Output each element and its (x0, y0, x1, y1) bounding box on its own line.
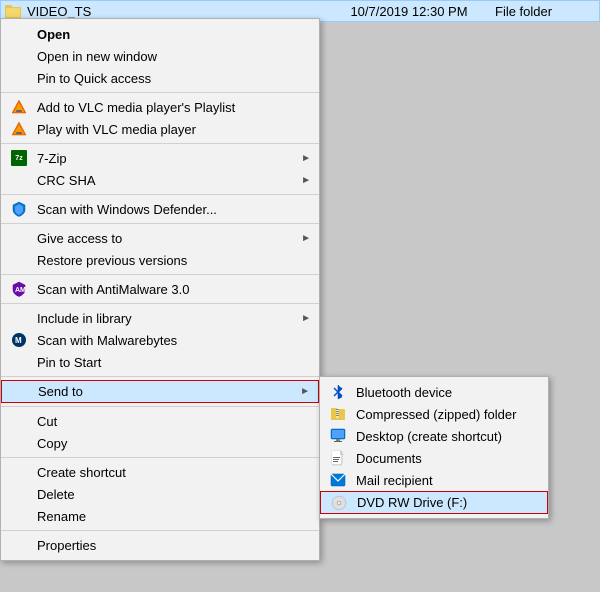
folder-icon (5, 4, 21, 18)
menu-item-properties[interactable]: Properties (1, 534, 319, 556)
vlc-icon-1 (9, 97, 29, 117)
divider-9 (1, 457, 319, 458)
menu-item-pin-start[interactable]: Pin to Start (1, 351, 319, 373)
submenu-item-mail[interactable]: Mail recipient (320, 469, 548, 491)
menu-item-pin-quick-access[interactable]: Pin to Quick access (1, 67, 319, 89)
menu-item-copy[interactable]: Copy (1, 432, 319, 454)
svg-text:M: M (15, 336, 22, 345)
menu-item-scan-malwarebytes[interactable]: M Scan with Malwarebytes (1, 329, 319, 351)
dvd-icon (329, 493, 349, 513)
menu-item-add-vlc-playlist[interactable]: Add to VLC media player's Playlist (1, 96, 319, 118)
7zip-arrow: ► (301, 153, 311, 164)
submenu-item-documents[interactable]: Documents (320, 447, 548, 469)
submenu-item-bluetooth[interactable]: Bluetooth device (320, 381, 548, 403)
submenu-send-to: Bluetooth device Compressed (zipped) fol… (319, 376, 549, 519)
library-arrow: ► (301, 313, 311, 324)
menu-item-give-access[interactable]: Give access to ► (1, 227, 319, 249)
submenu-item-desktop[interactable]: Desktop (create shortcut) (320, 425, 548, 447)
divider-8 (1, 406, 319, 407)
menu-item-include-library[interactable]: Include in library ► (1, 307, 319, 329)
bluetooth-icon (328, 382, 348, 402)
submenu-item-dvd[interactable]: DVD RW Drive (F:) (320, 491, 548, 514)
menu-item-restore-previous[interactable]: Restore previous versions (1, 249, 319, 271)
send-to-arrow: ► (300, 386, 310, 397)
compressed-icon (328, 404, 348, 424)
divider-1 (1, 92, 319, 93)
divider-2 (1, 143, 319, 144)
divider-4 (1, 223, 319, 224)
vlc-icon-2 (9, 119, 29, 139)
menu-item-rename[interactable]: Rename (1, 505, 319, 527)
7zip-icon: 7z (9, 148, 29, 168)
malwarebytes-icon: M (9, 330, 29, 350)
menu-item-delete[interactable]: Delete (1, 483, 319, 505)
file-date: 10/7/2019 12:30 PM (329, 4, 489, 19)
menu-item-open-new-window[interactable]: Open in new window (1, 45, 319, 67)
file-type: File folder (495, 4, 595, 19)
menu-item-send-to[interactable]: Send to ► (1, 380, 319, 403)
defender-icon (9, 199, 29, 219)
svg-text:AM: AM (15, 287, 26, 294)
give-access-arrow: ► (301, 233, 311, 244)
menu-item-scan-defender[interactable]: Scan with Windows Defender... (1, 198, 319, 220)
menu-item-7zip[interactable]: 7z 7-Zip ► (1, 147, 319, 169)
antimalware-icon: AM (9, 279, 29, 299)
divider-5 (1, 274, 319, 275)
divider-6 (1, 303, 319, 304)
mail-icon (328, 470, 348, 490)
context-menu: Open Open in new window Pin to Quick acc… (0, 18, 320, 561)
submenu-item-compressed[interactable]: Compressed (zipped) folder (320, 403, 548, 425)
menu-item-crc-sha[interactable]: CRC SHA ► (1, 169, 319, 191)
documents-icon (328, 448, 348, 468)
divider-3 (1, 194, 319, 195)
menu-item-play-vlc[interactable]: Play with VLC media player (1, 118, 319, 140)
menu-item-open[interactable]: Open (1, 23, 319, 45)
desktop-icon (328, 426, 348, 446)
menu-item-create-shortcut[interactable]: Create shortcut (1, 461, 319, 483)
divider-7 (1, 376, 319, 377)
menu-item-cut[interactable]: Cut (1, 410, 319, 432)
menu-item-scan-antimalware[interactable]: AM Scan with AntiMalware 3.0 (1, 278, 319, 300)
crc-arrow: ► (301, 175, 311, 186)
divider-10 (1, 530, 319, 531)
file-name: VIDEO_TS (27, 4, 323, 19)
